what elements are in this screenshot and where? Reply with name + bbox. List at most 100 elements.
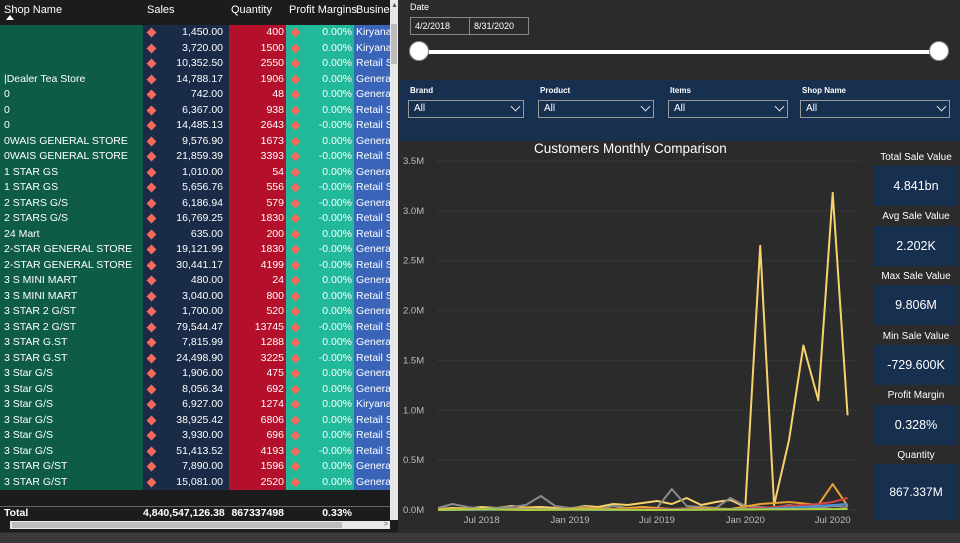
shop-name-cell: 3 Star G/S	[0, 381, 143, 397]
shop-name-cell	[0, 25, 143, 41]
chevron-down-icon	[774, 101, 785, 112]
scroll-right-icon[interactable]: >	[384, 521, 388, 528]
quantity-cell: 1596	[229, 459, 286, 475]
x-tick-label: Jul 2019	[639, 515, 675, 526]
y-tick-label: 3.0M	[403, 206, 424, 217]
table-row[interactable]: 0 6,367.00 938 0.00% Retail S	[0, 102, 390, 118]
table-row[interactable]: 0WAIS GENERAL STORE 21,859.39 3393 -0.00% Re…	[0, 149, 390, 165]
table-row[interactable]: 0WAIS GENERAL STORE 9,576.90 1673 0.00% Gene…	[0, 133, 390, 149]
table-row[interactable]: 3 Star G/S 8,056.34 692 0.00% Genera	[0, 381, 390, 397]
shop-name-cell: 0	[0, 87, 143, 103]
y-tick-label: 1.0M	[403, 405, 424, 416]
quantity-cell: 1906	[229, 71, 286, 87]
shop-name-cell: 0	[0, 118, 143, 134]
header-sales[interactable]: Sales	[147, 4, 175, 16]
product-filter-select[interactable]: All	[538, 100, 654, 118]
quantity-cell: 696	[229, 428, 286, 444]
date-end-input[interactable]: 8/31/2020	[469, 17, 529, 35]
header-business[interactable]: Busine	[356, 4, 390, 16]
table-row[interactable]: 0 742.00 48 0.00% Genera	[0, 87, 390, 103]
kpi-profit-margin-label: Profit Margin	[887, 390, 945, 401]
business-cell: Retail S	[354, 412, 390, 428]
x-tick-label: Jan 2020	[726, 515, 765, 526]
date-slider-start-handle[interactable]	[409, 41, 429, 61]
table-row[interactable]: 3 Star G/S 1,906.00 475 0.00% Genera	[0, 366, 390, 382]
table-row[interactable]: 24 Mart 635.00 200 0.00% Retail S	[0, 226, 390, 242]
shop-name-cell	[0, 40, 143, 56]
items-filter-value: All	[674, 103, 686, 114]
shop-name-cell: 0WAIS GENERAL STORE	[0, 149, 143, 165]
table-row[interactable]: 3 STAR G/ST 15,081.00 2520 0.00% Genera	[0, 474, 390, 490]
table-horizontal-scrollbar[interactable]: >	[10, 521, 390, 529]
table-row[interactable]: 3 Star G/S 6,927.00 1274 0.00% Kiryana	[0, 397, 390, 413]
y-tick-label: 2.0M	[403, 306, 424, 317]
shop-name-cell: 3 Star G/S	[0, 397, 143, 413]
kpi-avg-sale-card: 2.202K	[874, 226, 958, 266]
table-row[interactable]: 3 STAR 2 G/ST 1,700.00 520 0.00% Genera	[0, 304, 390, 320]
table-row[interactable]: 3 Star G/S 51,413.52 4193 -0.00% Retail S	[0, 443, 390, 459]
shop-name-filter-select[interactable]: All	[800, 100, 950, 118]
table-vertical-scrollbar[interactable]: ▲	[390, 0, 398, 520]
table-total-row: Total 4,840,547,126.38 867337498 0.33%	[0, 506, 390, 520]
quantity-cell: 1830	[229, 242, 286, 258]
table-row[interactable]: 3,720.00 1500 0.00% Kiryana	[0, 40, 390, 56]
kpi-profit-margin-card: 0.328%	[874, 405, 958, 445]
quantity-cell: 4199	[229, 257, 286, 273]
business-cell: Retail S	[354, 443, 390, 459]
brand-filter-select[interactable]: All	[408, 100, 524, 118]
table-row[interactable]: 2-STAR GENERAL STORE 30,441.17 4199 -0.00% R…	[0, 257, 390, 273]
business-cell: Retail S	[354, 118, 390, 134]
quantity-cell: 4193	[229, 443, 286, 459]
table-row[interactable]: 3 S MINI MART 480.00 24 0.00% Genera	[0, 273, 390, 289]
table-row[interactable]: 1,450.00 400 0.00% Kiryana	[0, 25, 390, 41]
horizontal-scroll-thumb[interactable]	[12, 522, 342, 528]
shop-name-cell: 3 STAR G/ST	[0, 459, 143, 475]
table-row[interactable]: 3 STAR G/ST 7,890.00 1596 0.00% Genera	[0, 459, 390, 475]
quantity-cell: 24	[229, 273, 286, 289]
date-slider-end-handle[interactable]	[929, 41, 949, 61]
y-tick-label: 2.5M	[403, 256, 424, 267]
header-profit-margins[interactable]: Profit Margins	[289, 4, 357, 16]
table-row[interactable]: 3 S MINI MART 3,040.00 800 0.00% Retail S	[0, 288, 390, 304]
business-cell: Kiryana	[354, 25, 390, 41]
business-cell: Retail S	[354, 428, 390, 444]
scroll-up-icon[interactable]: ▲	[391, 2, 398, 9]
quantity-cell: 400	[229, 25, 286, 41]
y-tick-label: 3.5M	[403, 156, 424, 167]
quantity-cell: 1673	[229, 133, 286, 149]
table-row[interactable]: 3 STAR G.ST 7,815.99 1288 0.00% Genera	[0, 335, 390, 351]
shop-name-cell: 0	[0, 102, 143, 118]
table-row[interactable]: 3 Star G/S 38,925.42 6806 0.00% Retail S	[0, 412, 390, 428]
table-row[interactable]: 0 14,485.13 2643 -0.00% Retail S	[0, 118, 390, 134]
table-row[interactable]: 10,352.50 2550 0.00% Retail S	[0, 56, 390, 72]
business-cell: Retail S	[354, 149, 390, 165]
business-cell: Retail S	[354, 288, 390, 304]
table-row[interactable]: 1 STAR GS 1,010.00 54 0.00% Genera	[0, 164, 390, 180]
header-quantity[interactable]: Quantity	[231, 4, 272, 16]
business-cell: Genera	[354, 304, 390, 320]
date-slicer-title: Date	[410, 2, 430, 12]
table-row[interactable]: 2 STARS G/S 16,769.25 1830 -0.00% Retail S	[0, 211, 390, 227]
shop-name-cell: 2-STAR GENERAL STORE	[0, 257, 143, 273]
quantity-cell: 475	[229, 366, 286, 382]
vertical-scroll-thumb[interactable]	[391, 24, 397, 64]
quantity-cell: 200	[229, 226, 286, 242]
line-chart-svg: 0.0M 0.5M 1.0M 1.5M 2.0M 2.5M 3.0M 3.5M Jul 2018…	[403, 156, 862, 526]
table-row[interactable]: 3 STAR G.ST 24,498.90 3225 -0.00% Retail S	[0, 350, 390, 366]
table-row[interactable]: |Dealer Tea Store 14,788.17 1906 0.00% Gener…	[0, 71, 390, 87]
date-start-input[interactable]: 4/2/2018	[410, 17, 470, 35]
business-cell: Genera	[354, 459, 390, 475]
business-cell: Genera	[354, 366, 390, 382]
date-range-slider-track[interactable]	[418, 50, 940, 54]
business-cell: Genera	[354, 164, 390, 180]
filter-bar: Brand All Product All Items All Shop Nam…	[400, 80, 960, 141]
table-row[interactable]: 3 Star G/S 3,930.00 696 0.00% Retail S	[0, 428, 390, 444]
table-row[interactable]: 3 STAR 2 G/ST 79,544.47 13745 -0.00% Retail …	[0, 319, 390, 335]
sort-ascending-icon[interactable]	[6, 15, 14, 20]
table-row[interactable]: 2-STAR GENERAL STORE 19,121.99 1830 -0.00% G…	[0, 242, 390, 258]
table-row[interactable]: 1 STAR GS 5,656.76 556 -0.00% Retail S	[0, 180, 390, 196]
items-filter-select[interactable]: All	[668, 100, 788, 118]
quantity-cell: 2643	[229, 118, 286, 134]
shop-name-cell: 3 STAR G/ST	[0, 474, 143, 490]
table-row[interactable]: 2 STARS G/S 6,186.94 579 -0.00% Genera	[0, 195, 390, 211]
